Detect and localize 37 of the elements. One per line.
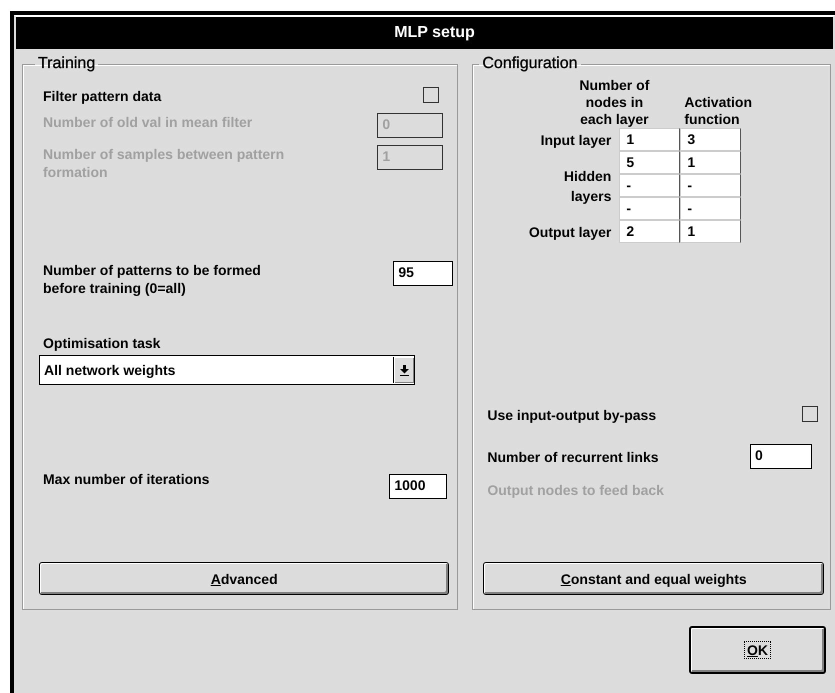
caret-icon	[400, 364, 408, 376]
field-label: Filter pattern data	[43, 87, 162, 105]
table-cell[interactable]: 1	[680, 220, 742, 243]
table-cell[interactable]: 5	[619, 151, 680, 174]
constant-weights-button[interactable]: Constant and equal weights	[483, 562, 824, 595]
table-cell[interactable]: -	[680, 174, 742, 197]
ok-button[interactable]: OK	[689, 626, 826, 674]
field-label: Use input-output by-pass	[487, 406, 656, 424]
table-cell[interactable]: 2	[619, 220, 680, 243]
group-title: Configuration	[481, 55, 579, 73]
table-cell[interactable]: 1	[680, 151, 742, 174]
field-label: Number of recurrent links	[487, 448, 659, 466]
input-field[interactable]: 95	[393, 261, 454, 286]
row-label: Hidden layers	[562, 166, 612, 206]
field-label: Number of samples between pattern formation	[43, 145, 286, 181]
group-title: Training	[37, 55, 96, 73]
window-title: MLP setup	[393, 24, 475, 42]
column-heading: Number of nodes in each layer	[578, 77, 650, 128]
advanced-button[interactable]: Advanced	[39, 562, 450, 595]
field-label: Output nodes to feed back	[487, 481, 665, 499]
row-label: Input layer	[540, 130, 612, 150]
table-cell[interactable]: -	[619, 174, 680, 197]
field-label: Number of old val in mean filter	[43, 113, 252, 131]
table-cell[interactable]: -	[680, 197, 742, 220]
column-heading: Activation function	[684, 94, 754, 128]
input-field[interactable]: 0	[750, 444, 812, 469]
checkbox[interactable]	[423, 87, 440, 103]
field-label: Number of patterns to be formed before training (0=all)	[43, 261, 262, 297]
field-label: Max number of iterations	[43, 470, 210, 488]
table-cell[interactable]: 1	[619, 128, 680, 151]
field-label: Optimisation task	[43, 334, 162, 352]
table-cell[interactable]: -	[619, 197, 680, 220]
input-field[interactable]: 1000	[389, 474, 448, 499]
table-cell[interactable]: 3	[680, 128, 742, 151]
row-label: Output layer	[528, 222, 612, 242]
checkbox[interactable]	[802, 406, 818, 422]
dropdown[interactable]: All network weights	[39, 355, 415, 385]
